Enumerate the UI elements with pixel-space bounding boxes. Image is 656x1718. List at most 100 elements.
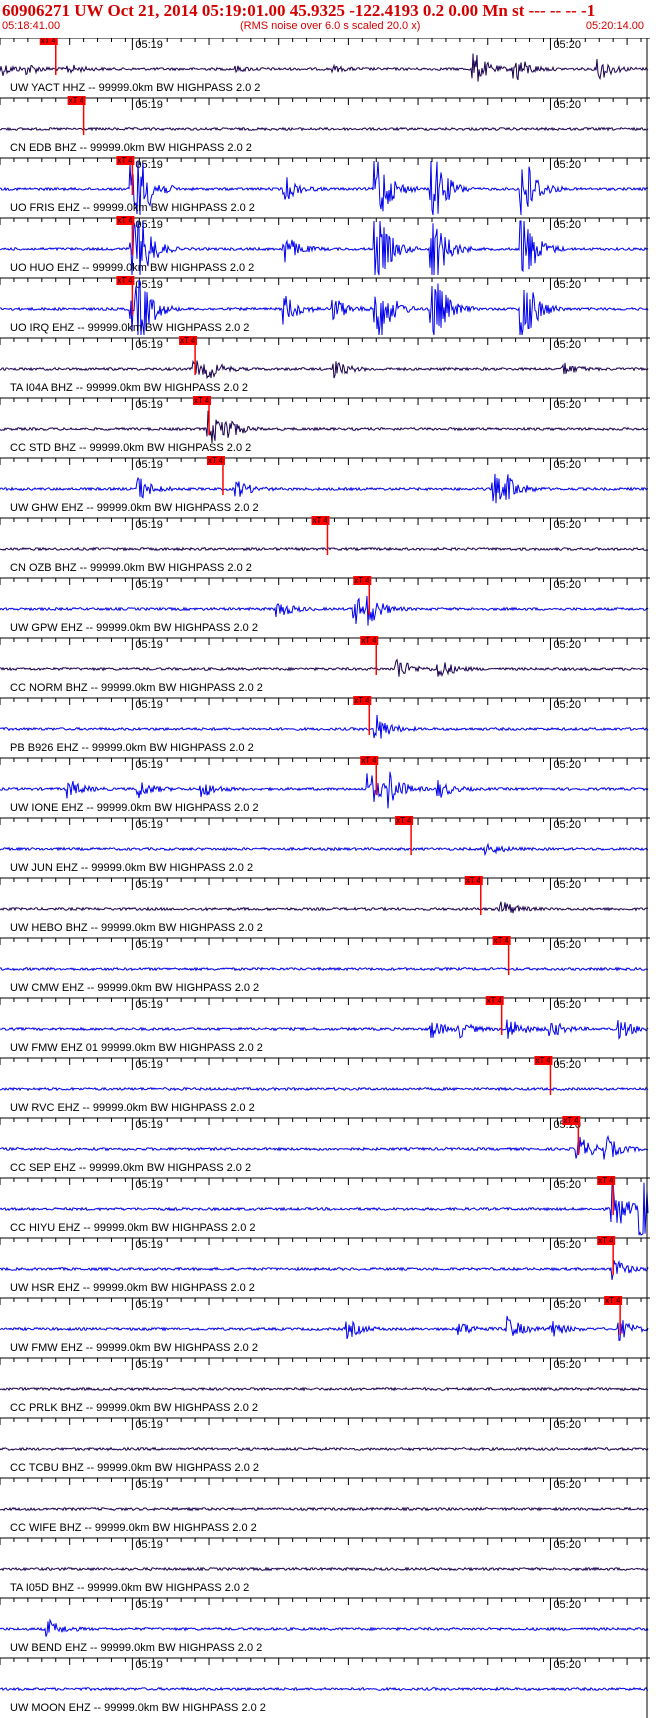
waveform-14 [0,901,649,914]
waveform-26 [0,1618,649,1637]
minute-tick-label: 05:20 [553,279,581,291]
minute-tick-label: 05:20 [553,339,581,351]
minute-tick-label: 05:20 [553,1659,581,1671]
waveform-8 [0,546,649,552]
waveform-16 [0,1019,649,1040]
minute-tick-label: 05:19 [135,1599,163,1611]
minute-tick-label: 05:20 [553,699,581,711]
channel-label: CC PRLK BHZ -- 99999.0km BW HIGHPASS 2.0… [10,1402,258,1414]
channel-label: CC SEP EHZ -- 99999.0km BW HIGHPASS 2.0 … [10,1162,251,1174]
pick-label: xT 4 [605,1296,621,1305]
pick-label: xT 4 [494,936,510,945]
minute-tick-label: 05:20 [553,159,581,171]
minute-tick-label: 05:19 [135,459,163,471]
waveform-23 [0,1446,649,1452]
channel-label: CC HIYU EHZ -- 99999.0km BW HIGHPASS 2.0… [10,1222,256,1234]
channel-label: CC WIFE BHZ -- 99999.0km BW HIGHPASS 2.0… [10,1522,257,1534]
minute-tick-label: 05:20 [553,1599,581,1611]
channel-label: UW FMW EHZ -- 99999.0km BW HIGHPASS 2.0 … [10,1342,258,1354]
minute-tick-label: 05:19 [135,939,163,951]
pick-label: xT 4 [487,996,503,1005]
pick-label: xT 4 [117,216,133,225]
pick-label: xT 4 [598,1176,614,1185]
minute-tick-label: 05:19 [135,879,163,891]
minute-tick-label: 05:19 [135,399,163,411]
pick-label: xT 4 [396,816,412,825]
minute-tick-label: 05:20 [553,1359,581,1371]
waveform-13 [0,842,649,857]
minute-tick-label: 05:19 [135,579,163,591]
pick-label: xT 4 [354,696,370,705]
channel-label: CC STD BHZ -- 99999.0km BW HIGHPASS 2.0 … [10,442,251,454]
channel-label: UW HEBO BHZ -- 99999.0km BW HIGHPASS 2.0… [10,922,263,934]
event-title: 60906271 UW Oct 21, 2014 05:19:01.00 45.… [2,1,596,20]
waveform-24 [0,1506,649,1512]
minute-tick-label: 05:20 [553,819,581,831]
waveform-18 [0,1134,649,1160]
channel-label: UO FRIS EHZ -- 99999.0km BW HIGHPASS 2.0… [10,202,255,214]
channel-label: CN EDB BHZ -- 99999.0km BW HIGHPASS 2.0 … [10,142,252,154]
minute-tick-label: 05:19 [135,1059,163,1071]
minute-tick-label: 05:19 [135,1299,163,1311]
minute-tick-label: 05:20 [553,1239,581,1251]
channel-label: UW IONE EHZ -- 99999.0km BW HIGHPASS 2.0… [10,802,259,814]
waveform-0 [0,53,649,82]
pick-label: xT 4 [208,456,224,465]
pick-label: xT 4 [180,336,196,345]
minute-tick-label: 05:19 [135,639,163,651]
minute-tick-label: 05:19 [135,1239,163,1251]
pick-label: xT 4 [563,1116,579,1125]
waveform-20 [0,1259,649,1280]
channel-label: UW GHW EHZ -- 99999.0km BW HIGHPASS 2.0 … [10,502,259,514]
seismogram-plot: 05:19 05:20 UW YACT HHZ -- 99999.0km BW HI… [0,38,650,1718]
waveform-5 [0,359,649,380]
channel-label: PB B926 EHZ -- 99999.0km BW HIGHPASS 2.0… [10,742,254,754]
waveform-11 [0,714,649,739]
channel-label: CN OZB BHZ -- 99999.0km BW HIGHPASS 2.0 … [10,562,252,574]
minute-tick-label: 05:19 [135,519,163,531]
minute-tick-label: 05:19 [135,1659,163,1671]
minute-tick-label: 05:20 [553,579,581,591]
minute-tick-label: 05:20 [553,1179,581,1191]
start-time: 05:18:41.00 [2,20,61,32]
plot-header: 60906271 UW Oct 21, 2014 05:19:01.00 45.… [0,0,656,38]
waveform-25 [0,1566,649,1572]
minute-tick-label: 05:20 [553,639,581,651]
minute-tick-label: 05:19 [135,159,163,171]
minute-tick-label: 05:20 [553,1059,581,1071]
minute-tick-label: 05:20 [553,99,581,111]
waveform-21 [0,1315,649,1341]
minute-tick-label: 05:19 [135,1179,163,1191]
pick-label: xT 4 [69,96,85,105]
channel-label: UW JUN EHZ -- 99999.0km BW HIGHPASS 2.0 … [10,862,253,874]
minute-tick-label: 05:19 [135,339,163,351]
minute-tick-label: 05:19 [135,219,163,231]
minute-tick-label: 05:19 [135,99,163,111]
minute-tick-label: 05:20 [553,1479,581,1491]
minute-tick-label: 05:19 [135,1119,163,1131]
pick-label: xT 4 [361,636,377,645]
minute-tick-label: 05:20 [553,399,581,411]
channel-label: CC NORM BHZ -- 99999.0km BW HIGHPASS 2.0… [10,682,263,694]
minute-tick-label: 05:19 [135,819,163,831]
minute-tick-label: 05:19 [135,1539,163,1551]
waveform-7 [0,473,649,504]
minute-tick-label: 05:19 [135,759,163,771]
minute-tick-label: 05:20 [553,1539,581,1551]
pick-label: xT 4 [354,576,370,585]
minute-tick-label: 05:19 [135,1479,163,1491]
minute-tick-label: 05:20 [553,1299,581,1311]
pick-label: xT 4 [117,156,133,165]
waveform-22 [0,1386,649,1392]
minute-tick-label: 05:19 [135,699,163,711]
pick-label: xT 4 [117,276,133,285]
channel-label: UO IRQ EHZ -- 99999.0km BW HIGHPASS 2.0 … [10,322,249,334]
minute-tick-label: 05:19 [135,1359,163,1371]
minute-tick-label: 05:20 [553,459,581,471]
channel-label: TA I04A BHZ -- 99999.0km BW HIGHPASS 2.0… [10,382,248,394]
pick-label: xT 4 [361,756,377,765]
waveform-6 [0,410,649,443]
rms-subtitle: (RMS noise over 6.0 s scaled 20.0 x) [240,20,421,32]
waveform-1 [0,126,649,132]
channel-label: CC TCBU BHZ -- 99999.0km BW HIGHPASS 2.0… [10,1462,259,1474]
